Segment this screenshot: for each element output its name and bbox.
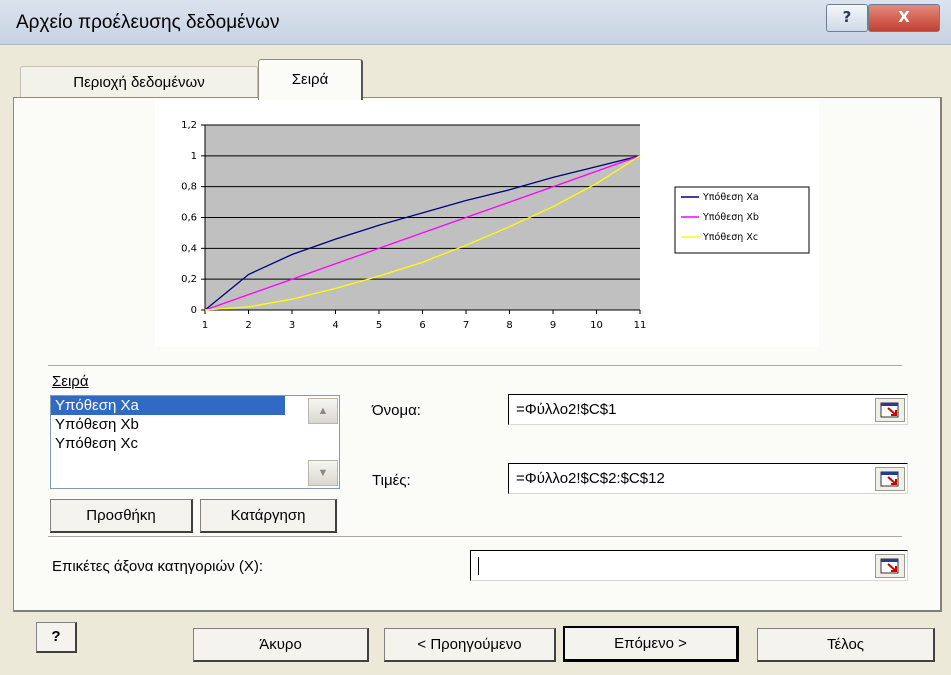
scroll-up-icon[interactable]: ▲ — [308, 398, 338, 424]
series-list[interactable]: Υπόθεση Xa Υπόθεση Xb Υπόθεση Xc ▲ ▼ — [50, 395, 340, 489]
tab-data-range[interactable]: Περιοχή δεδομένων — [20, 66, 258, 97]
x-tick-label: 2 — [245, 320, 251, 331]
x-tick-label: 11 — [634, 320, 647, 331]
tab-series[interactable]: Σειρά — [258, 59, 363, 100]
close-icon[interactable]: X — [868, 4, 940, 32]
y-tick-label: 0,2 — [181, 274, 197, 285]
separator — [48, 536, 902, 538]
range-selector-icon[interactable] — [875, 554, 905, 578]
chart-preview: 0 0,2 0,4 0,6 0,8 1 1,2 1 2 3 4 5 6 7 8 9 10 11 Υπόθεση Xa… — [155, 100, 819, 347]
x-tick-label: 5 — [376, 320, 382, 331]
values-label: Τιμές: — [372, 472, 411, 489]
x-tick-label: 4 — [332, 320, 338, 331]
remove-series-button[interactable]: Κατάργηση — [200, 499, 337, 533]
legend-entry: Υπόθεση Xb — [702, 212, 759, 223]
range-selector-icon[interactable] — [875, 398, 905, 422]
back-button[interactable]: < Προηγούμενο — [384, 628, 556, 662]
x-tick-label: 3 — [289, 320, 295, 331]
x-tick-label: 1 — [202, 320, 208, 331]
separator — [48, 365, 902, 367]
next-button[interactable]: Επόμενο > — [563, 626, 739, 662]
name-field[interactable]: =Φύλλο2!$C$1 — [508, 394, 908, 425]
help-icon[interactable]: ? — [826, 4, 868, 32]
list-item[interactable]: Υπόθεση Xb — [51, 415, 285, 434]
values-field[interactable]: =Φύλλο2!$C$2:$C$12 — [508, 463, 908, 494]
y-tick-label: 0,6 — [181, 213, 197, 224]
scroll-down-icon[interactable]: ▼ — [308, 460, 338, 486]
help-icon: ? — [51, 628, 61, 645]
chart-svg: 0 0,2 0,4 0,6 0,8 1 1,2 1 2 3 4 5 6 7 8 9 10 11 Υπόθεση Xa… — [181, 120, 810, 331]
x-tick-label: 10 — [590, 320, 603, 331]
y-tick-label: 0,4 — [181, 243, 197, 254]
x-tick-label: 9 — [550, 320, 556, 331]
text-caret — [478, 557, 479, 575]
window-title: Αρχείο προέλευσης δεδομένων — [16, 12, 280, 33]
legend-entry: Υπόθεση Xa — [702, 192, 759, 203]
x-tick-label: 8 — [506, 320, 512, 331]
add-series-button[interactable]: Προσθήκη — [50, 499, 193, 533]
help-button[interactable]: ? — [36, 622, 77, 653]
name-label: Όνομα: — [372, 402, 421, 419]
category-labels-field[interactable] — [470, 550, 908, 581]
series-label: Σειρά — [52, 373, 89, 390]
cancel-button[interactable]: Άκυρο — [193, 628, 369, 662]
x-tick-label: 6 — [419, 320, 425, 331]
list-item[interactable]: Υπόθεση Xc — [51, 434, 285, 453]
x-tick-label: 7 — [463, 320, 469, 331]
title-bar: Αρχείο προέλευσης δεδομένων ? X — [0, 0, 951, 45]
range-selector-icon[interactable] — [875, 467, 905, 491]
y-tick-label: 0,8 — [181, 182, 197, 193]
y-tick-label: 1 — [191, 151, 197, 162]
list-item[interactable]: Υπόθεση Xa — [51, 396, 285, 415]
name-value: =Φύλλο2!$C$1 — [516, 401, 617, 418]
values-value: =Φύλλο2!$C$2:$C$12 — [516, 470, 665, 487]
y-tick-label: 1,2 — [181, 120, 197, 131]
legend-entry: Υπόθεση Xc — [702, 232, 758, 243]
category-axis-label: Επικέτες άξονα κατηγοριών (X): — [52, 558, 264, 575]
finish-button[interactable]: Τέλος — [757, 628, 935, 662]
y-tick-label: 0 — [191, 305, 197, 316]
